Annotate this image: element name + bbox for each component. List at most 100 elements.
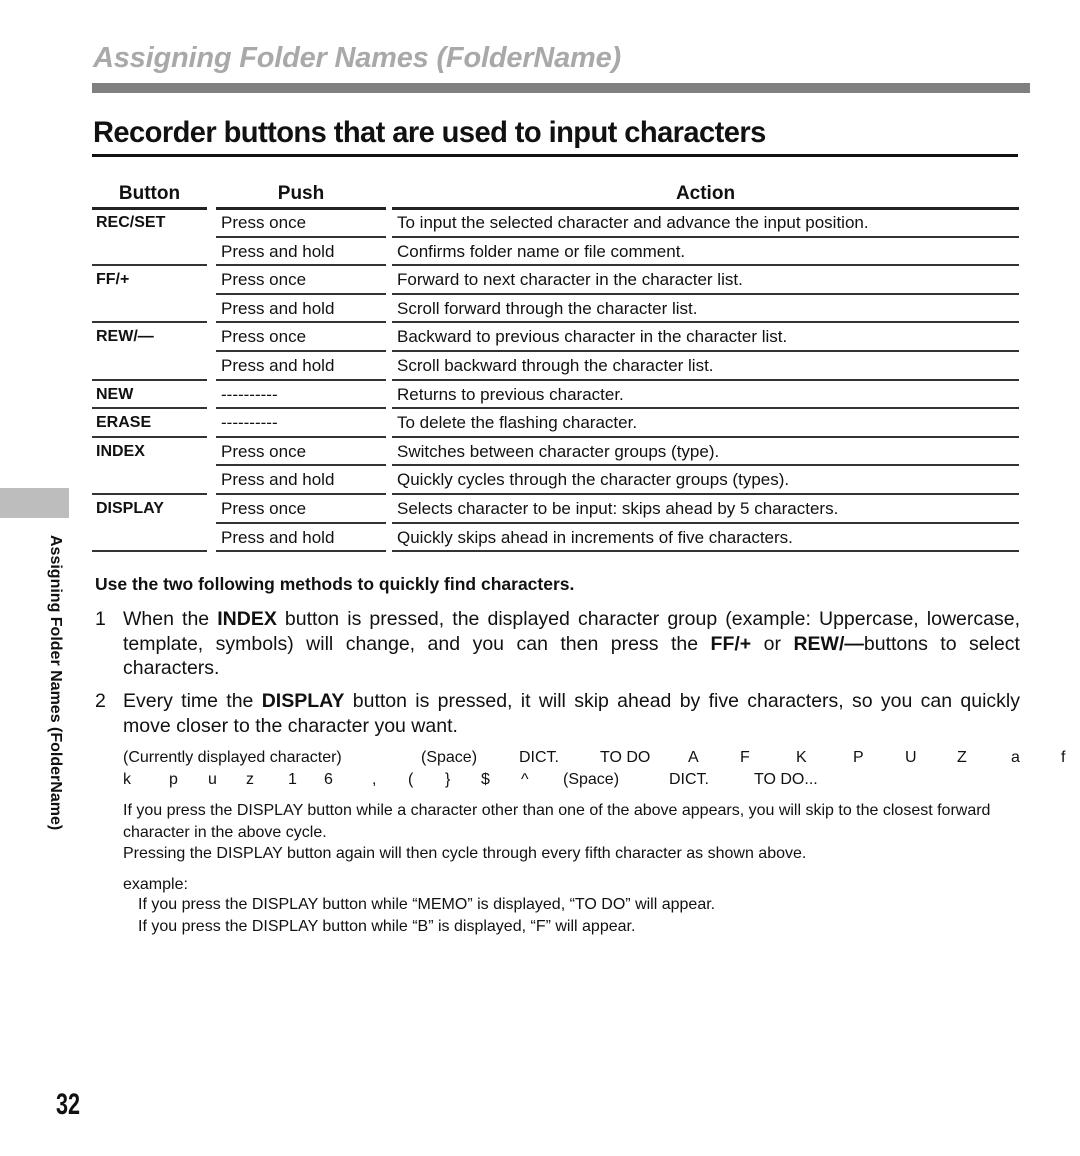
header-button: Button: [118, 183, 181, 204]
page-number: 32: [56, 1088, 81, 1121]
cell-push: Press and hold: [221, 527, 335, 547]
table-header: Button Push Action: [92, 181, 1019, 210]
cycle-character: Z: [957, 749, 967, 766]
cell-push: Press once: [221, 327, 307, 347]
cell-button: REC/SET: [96, 214, 166, 231]
cell-action: Confirms folder name or file comment.: [397, 241, 686, 261]
cell-button: INDEX: [96, 442, 145, 460]
cell-button: [92, 466, 211, 493]
cycle-character: K: [796, 749, 807, 766]
side-label: Assigning Folder Names (FolderName): [47, 535, 64, 831]
cell-push: Press once: [221, 498, 307, 518]
cycle-character: DICT.: [669, 771, 709, 788]
table-row: DISPLAY Press once Selects character to be…: [92, 495, 1019, 524]
cell-push: Press once: [221, 441, 307, 461]
cell-push: Press and hold: [221, 470, 335, 490]
cycle-character: u: [208, 771, 217, 788]
table-row: REW/— Press once Backward to previous char…: [92, 323, 1019, 352]
cycle-character: a: [1011, 749, 1020, 766]
table-row: ERASE ---------- To delete the flashing ch…: [92, 409, 1019, 438]
cycle-character: F: [740, 749, 750, 766]
methods-heading: Use the two following methods to quickly…: [95, 574, 575, 594]
cell-button: FF/+: [96, 271, 130, 289]
row-divider: [92, 550, 207, 553]
cell-push: Press once: [221, 270, 307, 290]
table-row: FF/+ Press once Forward to next character …: [92, 266, 1019, 295]
cycle-character: f: [1061, 749, 1066, 766]
text: Every time the: [123, 690, 262, 712]
cell-button: [92, 524, 211, 551]
cell-action: Switches between character groups (type)…: [397, 441, 720, 461]
cell-button: [92, 295, 211, 322]
cycle-character: U: [905, 749, 917, 766]
table-body: REC/SET Press once To input the selected c…: [92, 209, 1019, 553]
cell-action: Quickly cycles through the character gro…: [397, 470, 790, 490]
text: When the: [123, 608, 218, 630]
cell-action: Forward to next character in the charact…: [397, 270, 743, 290]
method-item-2: 2 Every time the DISPLAY button is press…: [95, 689, 1020, 738]
button-name: DISPLAY: [261, 690, 345, 712]
text: or: [751, 632, 794, 655]
heading-rule: [92, 154, 1018, 157]
table-row: Press and hold Quickly skips ahead in inc…: [92, 524, 1019, 553]
cell-push: Press and hold: [221, 241, 335, 261]
table-row: Press and hold Quickly cycles through the…: [92, 466, 1019, 495]
side-tab: [0, 488, 69, 518]
button-name: INDEX: [217, 608, 277, 630]
cycle-character: k: [123, 771, 131, 788]
cell-action: Returns to previous character.: [397, 384, 624, 404]
button-name: REW/—: [793, 632, 864, 655]
note-cycle: Pressing the DISPLAY button again will t…: [123, 845, 807, 862]
cycle-character: ,: [372, 771, 377, 788]
cycle-character: }: [445, 771, 451, 788]
example-line: If you press the DISPLAY button while “M…: [138, 896, 716, 913]
cell-button: REW/—: [96, 328, 154, 346]
header-push: Push: [277, 183, 325, 204]
cycle-character: p: [169, 771, 178, 788]
cell-action: To input the selected character and adva…: [397, 213, 869, 232]
cell-button: NEW: [96, 385, 134, 403]
cycle-character: ^: [521, 771, 529, 788]
cycle-character: 1: [288, 771, 297, 788]
table-row: Press and hold Scroll forward through the…: [92, 295, 1019, 324]
cycle-character: (Space): [563, 771, 620, 788]
cell-push: Press and hold: [221, 355, 335, 375]
row-divider: [216, 550, 386, 553]
table-row: Press and hold Confirms folder name or fi…: [92, 238, 1019, 267]
button-table: Button Push Action REC/SET Press once To i…: [92, 181, 1019, 553]
cell-push: ----------: [221, 384, 278, 404]
section-title: Assigning Folder Names (FolderName): [93, 42, 621, 74]
cell-action: To delete the flashing character.: [397, 413, 638, 433]
button-name: FF/+: [710, 632, 752, 655]
cell-action: Scroll backward through the character li…: [397, 355, 714, 375]
cycle-character: TO DO: [600, 749, 651, 766]
cell-button: [92, 352, 211, 379]
cycle-character: DICT.: [519, 749, 559, 766]
cycle-character: (Space): [421, 749, 478, 766]
cell-button: [92, 238, 211, 265]
method-number: 1: [95, 608, 106, 630]
cycle-character: P: [853, 749, 864, 766]
cycle-character: (Currently displayed character): [123, 749, 342, 766]
header-action: Action: [675, 183, 736, 204]
method-text: Every time the DISPLAY button is pressed…: [123, 689, 1020, 738]
method-text: When the INDEX button is pressed, the di…: [123, 607, 1020, 681]
table-row: NEW ---------- Returns to previous charact…: [92, 381, 1019, 410]
row-divider: [392, 550, 1019, 553]
example-label: example:: [123, 876, 188, 893]
cycle-character: 6: [324, 771, 333, 788]
cell-button: ERASE: [96, 414, 152, 432]
section-bar: [92, 83, 1030, 93]
cell-action: Selects character to be input: skips ahe…: [397, 498, 839, 518]
example-line: If you press the DISPLAY button while “B…: [138, 918, 636, 935]
cell-action: Quickly skips ahead in increments of fiv…: [397, 527, 793, 547]
cycle-character: (: [408, 771, 414, 788]
note-skip: If you press the DISPLAY button while a …: [123, 802, 991, 841]
cell-push: Press and hold: [221, 298, 335, 318]
cell-action: Scroll forward through the character lis…: [397, 298, 698, 318]
cycle-character: TO DO...: [754, 771, 818, 788]
page-heading: Recorder buttons that are used to input …: [93, 116, 766, 149]
cycle-character: $: [481, 771, 490, 788]
cell-action: Backward to previous character in the ch…: [397, 327, 788, 347]
cell-push: Press once: [221, 213, 307, 232]
